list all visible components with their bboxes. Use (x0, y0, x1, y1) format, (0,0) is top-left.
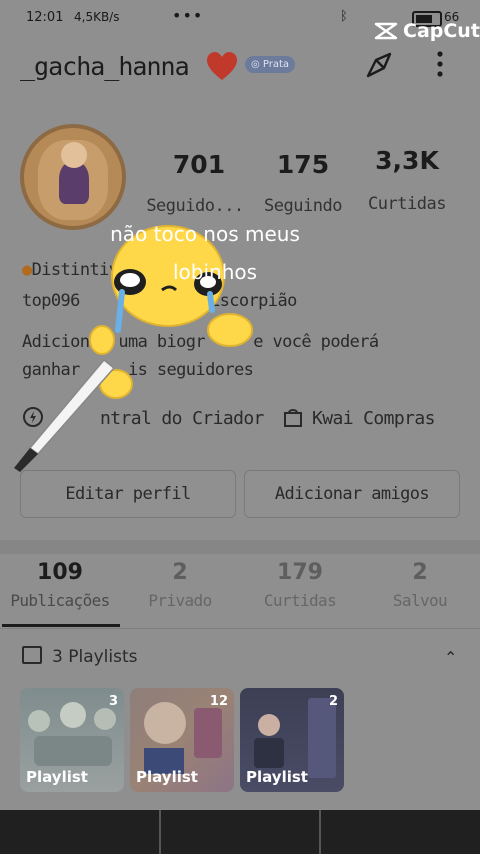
following-label[interactable]: Seguindo (248, 196, 358, 216)
shopping-bag-icon (284, 409, 302, 427)
tab-likes[interactable]: 179 Curtidas (240, 560, 360, 610)
tab-likes-count: 179 (277, 560, 323, 585)
playlist-icon (22, 646, 42, 664)
playlist-thumb-2[interactable]: 12 Playlist (130, 688, 234, 792)
tab-private[interactable]: 2 Privado (120, 560, 240, 610)
playlist-2-count: 12 (209, 694, 228, 709)
profile-screen: 12:01 4,5KB/s ••• ᛒ 66 CapCut _gacha_han… (0, 0, 480, 854)
playlist-1-label: Playlist (26, 768, 88, 786)
playlist-1-count: 3 (108, 694, 118, 709)
capcut-watermark: CapCut (374, 20, 480, 42)
overlay-text-line-2: lobinhos (172, 260, 258, 284)
likes-count[interactable]: 3,3K (352, 146, 462, 175)
level-badge-label: Prata (262, 59, 290, 70)
profile-username: _gacha_hanna (20, 52, 190, 81)
active-tab-indicator (2, 624, 120, 627)
likes-label[interactable]: Curtidas (352, 194, 462, 214)
tab-publications[interactable]: 109 Publicações (0, 560, 120, 610)
chevron-up-icon[interactable]: ⌃ (444, 648, 457, 667)
tab-saved[interactable]: 2 Salvou (360, 560, 480, 610)
tabs-border (0, 628, 480, 629)
crying-emoji-sticker (14, 225, 253, 472)
tab-likes-label: Curtidas (263, 591, 337, 610)
status-more-icon: ••• (172, 6, 204, 25)
capcut-label: CapCut (403, 20, 480, 42)
playlist-3-count: 2 (328, 694, 338, 709)
playlists-header[interactable]: 3 Playlists (22, 646, 138, 667)
system-navigation-bar (0, 810, 480, 854)
status-network-speed: 4,5KB/s (74, 10, 120, 24)
kwai-shop-link[interactable]: Kwai Compras (312, 408, 435, 429)
tab-publications-count: 109 (37, 560, 83, 585)
tab-private-count: 2 (172, 560, 188, 585)
capcut-logo-icon (374, 22, 398, 40)
heart-icon (207, 52, 237, 80)
following-count[interactable]: 175 (248, 150, 358, 179)
playlist-3-label: Playlist (246, 768, 308, 786)
status-time: 12:01 (26, 10, 64, 25)
followers-count[interactable]: 701 (144, 150, 254, 179)
section-divider (0, 540, 480, 554)
more-options-icon[interactable] (436, 50, 444, 78)
overlay-text-line-1: não toco nos meus (110, 222, 300, 246)
playlist-2-label: Playlist (136, 768, 198, 786)
bluetooth-icon: ᛒ (340, 9, 348, 24)
tab-saved-label: Salvou (392, 591, 448, 610)
tab-private-label: Privado (148, 591, 212, 610)
playlists-header-label: 3 Playlists (52, 647, 138, 667)
level-badge: ◎ Prata (245, 56, 296, 73)
add-friends-button[interactable]: Adicionar amigos (244, 470, 460, 518)
share-icon[interactable] (364, 50, 394, 80)
playlist-thumb-1[interactable]: 3 Playlist (20, 688, 124, 792)
tab-publications-label: Publicações (10, 591, 110, 610)
playlist-thumb-3[interactable]: 2 Playlist (240, 688, 344, 792)
tab-saved-count: 2 (412, 560, 428, 585)
